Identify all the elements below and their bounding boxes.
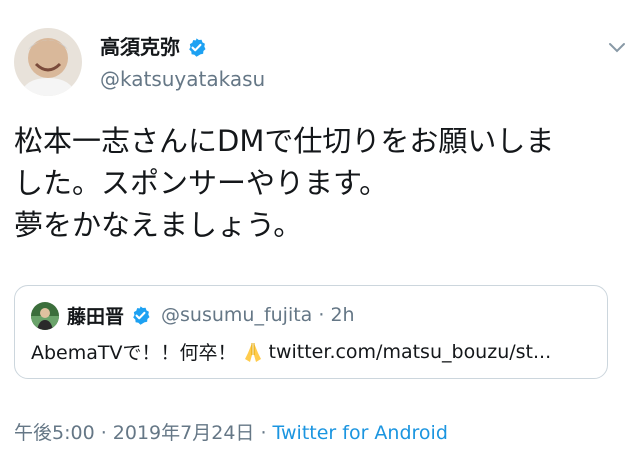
quoted-tweet[interactable]: 藤田晋 @susumu_fujita · 2h AbemaTVで！！何卒！ tw… bbox=[14, 285, 608, 379]
quoted-author-handle: @susumu_fujita · 2h bbox=[161, 304, 355, 326]
folded-hands-icon bbox=[241, 341, 265, 363]
tweet-source[interactable]: Twitter for Android bbox=[273, 422, 448, 444]
tweet-text: 松本一志さんにDMで仕切りをお願いしま した。スポンサーやります。 夢をかなえま… bbox=[14, 124, 555, 242]
verified-badge-icon bbox=[186, 37, 207, 58]
author-name: 高須克弥 bbox=[100, 35, 180, 59]
author-handle[interactable]: @katsuyatakasu bbox=[100, 66, 265, 92]
author-name-row[interactable]: 高須克弥 bbox=[100, 34, 207, 60]
tweet-time[interactable]: 午後5:00 bbox=[14, 422, 95, 444]
quoted-text-body: AbemaTVで！！何卒！ bbox=[31, 342, 237, 364]
tweet-date[interactable]: 2019年7月24日 bbox=[113, 422, 255, 444]
quoted-author-avatar bbox=[31, 302, 59, 330]
tweet: 高須克弥 @katsuyatakasu 松本一志さんにDMで仕切りをお願いしま … bbox=[0, 0, 640, 459]
chevron-down-icon[interactable] bbox=[606, 40, 628, 56]
quoted-author-name: 藤田晋 bbox=[67, 305, 125, 328]
quoted-header: 藤田晋 @susumu_fujita · 2h bbox=[67, 300, 355, 330]
author-avatar[interactable] bbox=[14, 28, 82, 96]
quoted-text: AbemaTVで！！何卒！ twitter.com/matsu_bouzu/st… bbox=[31, 338, 591, 365]
verified-badge-icon bbox=[130, 305, 151, 326]
tweet-meta: 午後5:00 · 2019年7月24日 · Twitter for Androi… bbox=[14, 422, 448, 444]
quoted-link[interactable]: twitter.com/matsu_bouzu/st... bbox=[269, 341, 552, 363]
